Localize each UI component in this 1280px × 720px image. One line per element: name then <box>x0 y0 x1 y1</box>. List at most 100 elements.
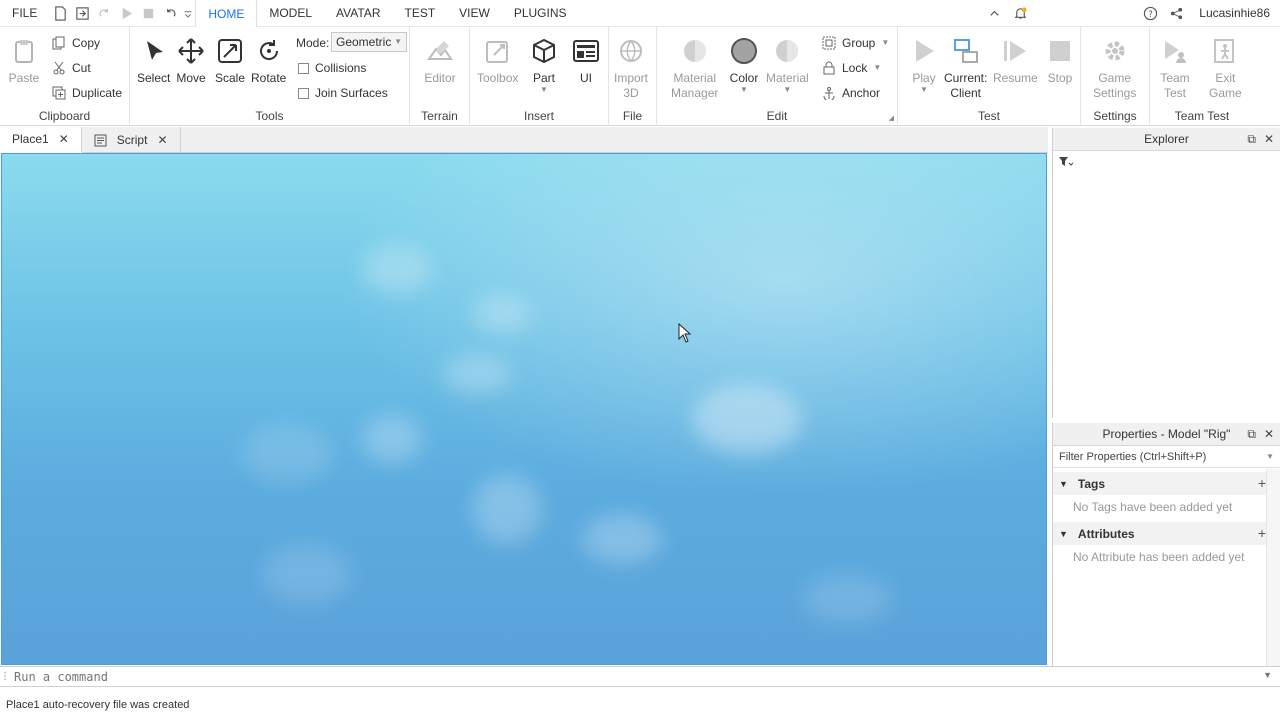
command-history-dropdown-icon[interactable]: ▼ <box>1263 670 1272 680</box>
join-surfaces-checkbox[interactable] <box>298 87 309 99</box>
tab-plugins[interactable]: PLUGINS <box>502 0 579 27</box>
part-button[interactable]: Part ▼ <box>528 35 560 94</box>
color-swatch-icon <box>728 35 760 67</box>
user-name[interactable]: Lucasinhie86 <box>1199 6 1270 20</box>
paste-button[interactable]: Paste <box>8 35 40 86</box>
color-button[interactable]: Color ▼ <box>728 35 760 94</box>
duplicate-button[interactable]: Duplicate <box>52 83 122 103</box>
group-edit: Material Manager Color ▼ Material ▼ Grou… <box>657 27 898 126</box>
undock-icon[interactable]: ⧉ <box>1247 132 1256 147</box>
properties-scrollbar[interactable] <box>1266 469 1280 667</box>
current-client-button[interactable]: Current: Client <box>944 35 987 101</box>
scale-tool-button[interactable]: Scale <box>214 35 246 86</box>
sky-cloud <box>362 414 422 464</box>
ui-button[interactable]: UI <box>570 35 602 86</box>
chevron-down-icon[interactable]: ▼ <box>1266 452 1274 461</box>
import-3d-icon <box>615 35 647 67</box>
undock-icon[interactable]: ⧉ <box>1247 427 1256 442</box>
script-icon <box>94 134 107 146</box>
lock-button[interactable]: Lock ▼ <box>822 58 881 78</box>
collisions-toggle[interactable]: Collisions <box>298 58 366 78</box>
gear-icon <box>1099 35 1131 67</box>
filter-icon[interactable] <box>1059 157 1073 167</box>
join-surfaces-toggle[interactable]: Join Surfaces <box>298 83 388 103</box>
material-dropdown-icon[interactable]: ▼ <box>783 86 791 94</box>
doc-tab-place1[interactable]: Place1 ✕ <box>0 127 82 153</box>
new-file-icon[interactable] <box>49 2 71 24</box>
settings-group-label: Settings <box>1093 109 1137 123</box>
undo-icon[interactable] <box>159 2 181 24</box>
tab-view[interactable]: VIEW <box>447 0 502 27</box>
doc-tab-script[interactable]: Script ✕ <box>82 127 181 153</box>
play-button[interactable]: Play ▼ <box>908 35 940 94</box>
close-icon[interactable]: ✕ <box>1264 132 1274 147</box>
rotate-tool-button[interactable]: Rotate <box>251 35 286 86</box>
drag-handle-icon[interactable]: ⋮ <box>0 671 10 682</box>
redo-icon[interactable] <box>93 2 115 24</box>
close-icon[interactable]: ✕ <box>1264 427 1274 442</box>
share-icon[interactable] <box>1165 2 1187 24</box>
edit-group-label: Edit <box>766 109 788 123</box>
stop-button[interactable]: Stop <box>1044 35 1076 86</box>
sky-cloud <box>242 424 332 484</box>
help-icon[interactable]: ? <box>1139 2 1161 24</box>
game-settings-button[interactable]: Game Settings <box>1093 35 1136 101</box>
close-icon[interactable]: ✕ <box>59 132 69 146</box>
tab-model[interactable]: MODEL <box>257 0 324 27</box>
play-dropdown-icon[interactable]: ▼ <box>920 86 928 94</box>
material-icon <box>771 35 803 67</box>
tab-home[interactable]: HOME <box>195 0 258 27</box>
file-group-label: File <box>622 109 643 123</box>
play-quick-icon[interactable] <box>115 2 137 24</box>
close-icon[interactable]: ✕ <box>157 133 167 147</box>
terrain-editor-button[interactable]: Editor <box>424 35 456 86</box>
resume-button[interactable]: Resume <box>993 35 1038 86</box>
tab-avatar[interactable]: AVATAR <box>324 0 392 27</box>
lock-icon <box>823 61 835 75</box>
collapse-ribbon-icon[interactable] <box>983 2 1005 24</box>
toolbox-button[interactable]: Toolbox <box>477 35 518 86</box>
team-test-group-label: Team Test <box>1174 109 1230 123</box>
collisions-checkbox[interactable] <box>298 62 309 74</box>
file-menu[interactable]: FILE <box>0 6 49 20</box>
paste-icon <box>8 35 40 67</box>
properties-filter-input[interactable]: Filter Properties (Ctrl+Shift+P) ▼ <box>1053 446 1280 468</box>
collapse-triangle-icon[interactable]: ▼ <box>1059 479 1068 489</box>
command-input[interactable] <box>10 669 1210 684</box>
part-dropdown-icon[interactable]: ▼ <box>540 86 548 94</box>
move-tool-button[interactable]: Move <box>175 35 207 86</box>
add-attribute-icon[interactable]: + <box>1258 525 1266 541</box>
select-tool-button[interactable]: Select <box>137 35 170 86</box>
stop-quick-icon[interactable] <box>137 2 159 24</box>
copy-button[interactable]: Copy <box>52 33 100 53</box>
group-dropdown-icon[interactable]: ▼ <box>881 39 889 47</box>
cut-button[interactable]: Cut <box>52 58 91 78</box>
collapse-triangle-icon[interactable]: ▼ <box>1059 529 1068 539</box>
publish-icon[interactable] <box>71 2 93 24</box>
group-button[interactable]: Group ▼ <box>822 33 889 53</box>
explorer-filter[interactable] <box>1053 151 1280 173</box>
quick-access-dropdown-icon[interactable] <box>181 2 195 24</box>
lock-dropdown-icon[interactable]: ▼ <box>873 64 881 72</box>
group-terrain: Editor Terrain <box>410 27 470 126</box>
status-message: Place1 auto-recovery file was created <box>6 699 190 711</box>
mode-select[interactable]: Geometric ▼ <box>331 32 407 52</box>
add-tag-icon[interactable]: + <box>1258 475 1266 491</box>
copy-icon <box>52 36 65 50</box>
notification-bell-icon[interactable] <box>1009 2 1031 24</box>
color-dropdown-icon[interactable]: ▼ <box>740 86 748 94</box>
anchor-button[interactable]: Anchor <box>822 83 880 103</box>
material-manager-button[interactable]: Material Manager <box>671 35 718 101</box>
tags-section-header[interactable]: ▼ Tags + <box>1053 472 1280 495</box>
3d-viewport[interactable] <box>1 153 1047 665</box>
tab-test[interactable]: TEST <box>392 0 447 27</box>
properties-panel: Properties - Model "Rig" ⧉ ✕ Filter Prop… <box>1052 423 1280 667</box>
material-button[interactable]: Material ▼ <box>766 35 809 94</box>
part-cube-icon <box>528 35 560 67</box>
import-3d-button[interactable]: Import 3D <box>614 35 648 101</box>
attributes-section-header[interactable]: ▼ Attributes + <box>1053 522 1280 545</box>
exit-game-button[interactable]: Exit Game <box>1209 35 1242 101</box>
terrain-group-label: Terrain <box>421 109 458 123</box>
ui-icon <box>570 35 602 67</box>
team-test-button[interactable]: Team Test <box>1159 35 1191 101</box>
